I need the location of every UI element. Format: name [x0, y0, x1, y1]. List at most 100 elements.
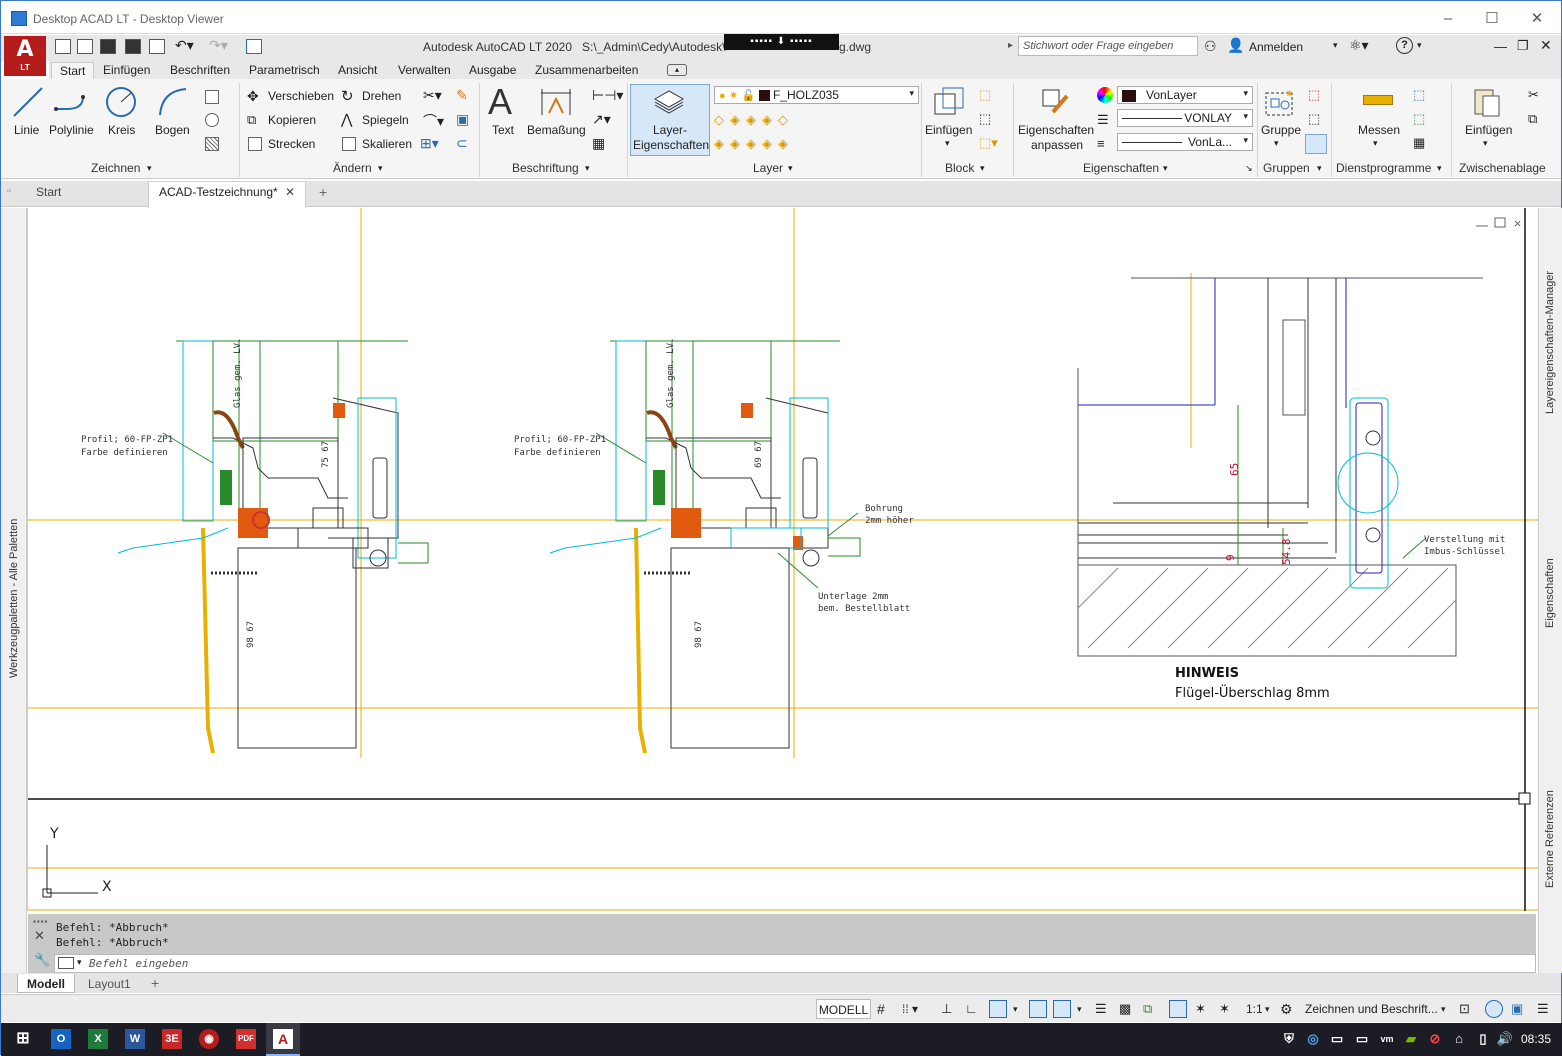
layer-manager-palette-label[interactable]: Layereigenschaften-Manager — [1544, 271, 1556, 414]
scale-icon[interactable] — [342, 137, 356, 151]
new-file-icon[interactable] — [55, 39, 71, 54]
select-all-icon[interactable]: ⬚ — [1413, 111, 1425, 127]
modify-panel-label[interactable]: Ändern — [333, 161, 372, 175]
text-button[interactable]: Text — [492, 123, 514, 137]
move-icon[interactable]: ✥ — [247, 88, 259, 105]
ungroup-icon[interactable]: ⬚ — [1308, 87, 1320, 103]
circle-icon[interactable] — [104, 85, 138, 122]
linetype-dropdown[interactable]: VONLAY ▾ — [1117, 109, 1253, 127]
clipboard-panel-label[interactable]: Zwischenablage — [1459, 161, 1546, 175]
stretch-button[interactable]: Strecken — [268, 137, 315, 151]
save-icon[interactable] — [100, 39, 116, 54]
measure-dropdown-icon[interactable]: ▾ — [1373, 138, 1378, 149]
lineweight-dropdown[interactable]: VonLa... ▾ — [1117, 133, 1253, 151]
tab-verwalten[interactable]: Verwalten — [398, 62, 451, 80]
transparency-icon[interactable]: ▩ — [1119, 999, 1131, 1019]
nvidia-tray-icon[interactable]: ▰ — [1401, 1029, 1421, 1049]
usb-tray-icon[interactable]: ⌂ — [1449, 1029, 1469, 1049]
modify-panel-dropdown-icon[interactable]: ▾ — [378, 163, 383, 174]
hatch-icon[interactable] — [205, 137, 219, 151]
tab-zusammenarbeiten[interactable]: Zusammenarbeiten — [535, 62, 638, 80]
utilities-panel-dropdown-icon[interactable]: ▾ — [1437, 163, 1442, 174]
excel-icon[interactable]: X — [88, 1029, 108, 1049]
block-attribute-icon[interactable]: ⬚▾ — [979, 135, 998, 151]
doc-close-icon[interactable]: ✕ — [1540, 37, 1552, 54]
text-icon[interactable]: A — [488, 81, 512, 123]
utilities-panel-label[interactable]: Dienstprogramme — [1336, 161, 1431, 175]
dimension-icon[interactable] — [539, 87, 573, 120]
minimize-button[interactable]: – — [1436, 10, 1460, 28]
word-icon[interactable]: W — [125, 1029, 145, 1049]
group-dropdown-icon[interactable]: ▾ — [1274, 138, 1279, 149]
tab-parametrisch[interactable]: Parametrisch — [249, 62, 320, 80]
layer-panel-dropdown-icon[interactable]: ▾ — [788, 163, 793, 174]
help-dropdown-icon[interactable]: ▾ — [1417, 40, 1422, 51]
paste-button[interactable]: Einfügen — [1465, 123, 1512, 137]
edit-block-icon[interactable]: ⬚ — [979, 111, 991, 127]
group-edit-icon[interactable]: ⬚ — [1308, 111, 1320, 127]
tab-start[interactable]: Start — [51, 62, 95, 80]
snap-icon[interactable]: ⁞⁞ ▾ — [902, 999, 918, 1019]
measure-button[interactable]: Messen — [1358, 123, 1400, 137]
workspace-dropdown-icon[interactable]: ▾ — [1441, 999, 1446, 1019]
print-icon[interactable] — [149, 39, 165, 54]
model-space-toggle[interactable]: MODELL — [816, 999, 871, 1019]
doc-tab-close-icon[interactable]: ✕ — [285, 185, 295, 199]
doc-restore-icon[interactable]: ❐ — [1517, 38, 1529, 54]
rotate-icon[interactable]: ↻ — [341, 87, 354, 105]
tab-model[interactable]: Modell — [27, 977, 65, 991]
dimension-button[interactable]: Bemaßung — [527, 123, 586, 137]
layer-panel-label[interactable]: Layer — [753, 161, 783, 175]
lineweight-display-icon[interactable]: ☰ — [1095, 999, 1107, 1019]
groups-panel-label[interactable]: Gruppen — [1263, 161, 1310, 175]
insert-block-icon[interactable] — [931, 86, 965, 121]
right-palette-strip[interactable]: Layereigenschaften-Manager Eigenschaften… — [1538, 208, 1562, 973]
copy-button[interactable]: Kopieren — [268, 113, 316, 127]
isolate-objects-icon[interactable] — [1485, 1000, 1503, 1018]
measure-icon[interactable] — [1363, 95, 1393, 105]
monitor-tray-icon[interactable]: ▭ — [1352, 1029, 1372, 1049]
mirror-button[interactable]: Spiegeln — [362, 113, 409, 127]
doc-minimize-icon[interactable]: — — [1494, 39, 1507, 54]
customization-icon[interactable]: ☰ — [1537, 999, 1549, 1019]
command-grip-icon[interactable]: ▪▪▪▪ — [33, 917, 48, 926]
ellipse-icon[interactable] — [205, 113, 219, 127]
tab-einfuegen[interactable]: Einfügen — [103, 62, 150, 80]
layer-dropdown[interactable]: ● ✷ 🔓 F_HOLZ035 ▾ — [714, 86, 919, 104]
vm-tray-icon[interactable]: vm — [1377, 1029, 1397, 1049]
outlook-icon[interactable]: O — [51, 1029, 71, 1049]
new-layout-icon[interactable]: + — [151, 975, 159, 991]
paste-dropdown-icon[interactable]: ▾ — [1483, 138, 1488, 149]
volume-tray-icon[interactable]: 🔊 — [1495, 1029, 1515, 1049]
viewport-controls[interactable]: ✕ — [1476, 216, 1521, 230]
clock[interactable]: 08:35 — [1521, 1032, 1551, 1046]
battery-tray-icon[interactable]: ▯ — [1473, 1029, 1493, 1049]
sync-tray-icon[interactable]: ◎ — [1303, 1029, 1323, 1049]
layer-tools-row1-icon[interactable]: ◇◈◈◈◇ — [714, 112, 794, 128]
copy-clip-icon[interactable]: ⧉ — [1528, 111, 1537, 127]
erase-icon[interactable]: ✎ — [456, 87, 468, 104]
paste-icon[interactable] — [1471, 86, 1503, 121]
annotation-scale-icon[interactable]: ✶ — [1219, 999, 1230, 1019]
command-customize-icon[interactable]: 🔧 — [34, 952, 50, 968]
rectangle-icon[interactable] — [205, 90, 219, 104]
group-icon[interactable]: ✷ — [1263, 87, 1297, 122]
command-input[interactable]: Befehl eingeben — [54, 954, 1536, 973]
remote-session-bar[interactable]: ▪▪▪▪▪ ⬇ ▪▪▪▪▪ — [724, 34, 839, 50]
polar-dropdown-icon[interactable]: ▾ — [1013, 999, 1018, 1019]
signin-link[interactable]: Anmelden — [1249, 40, 1303, 54]
annotation-scale-value[interactable]: 1:1 — [1246, 999, 1263, 1019]
network-tray-icon[interactable]: ▭ — [1327, 1029, 1347, 1049]
auto-scale-icon[interactable]: ✶ — [1195, 999, 1206, 1019]
table-icon[interactable]: ▦ — [592, 135, 605, 152]
block-panel-label[interactable]: Block — [945, 161, 974, 175]
help-icon[interactable]: ? — [1396, 37, 1413, 54]
circle-button[interactable]: Kreis — [108, 123, 135, 137]
infer-constraints-icon[interactable]: ⊥ — [941, 999, 952, 1019]
scale-button[interactable]: Skalieren — [362, 137, 412, 151]
polyline-button[interactable]: Polylinie — [49, 123, 94, 137]
binoculars-icon[interactable]: ⚇ — [1204, 38, 1217, 55]
fillet-icon[interactable]: ⌒▾ — [423, 111, 444, 131]
user-icon[interactable]: 👤 — [1227, 37, 1244, 54]
no-access-tray-icon[interactable]: ⊘ — [1425, 1029, 1445, 1049]
